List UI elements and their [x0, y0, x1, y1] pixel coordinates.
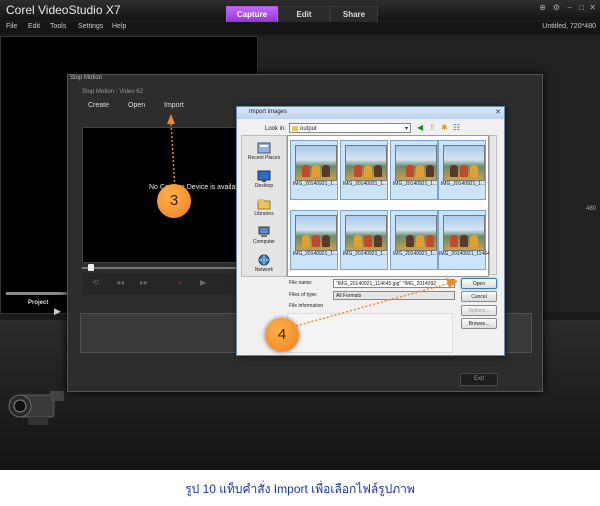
arrowhead-import: [167, 114, 175, 124]
arrow-to-open: [295, 282, 451, 327]
screenshot: Corel VideoStudio X7 Capture Edit Share …: [0, 0, 600, 470]
step-3-callout: 3: [157, 184, 191, 218]
callout-arrows: [167, 114, 458, 327]
step-4-callout: 4: [265, 318, 299, 352]
figure-caption: รูป 10 แท็บคำสั่ง Import เพื่อเลือกไฟล์ร…: [185, 482, 415, 496]
arrowhead-open: [446, 278, 458, 288]
arrow-to-import: [170, 121, 176, 191]
